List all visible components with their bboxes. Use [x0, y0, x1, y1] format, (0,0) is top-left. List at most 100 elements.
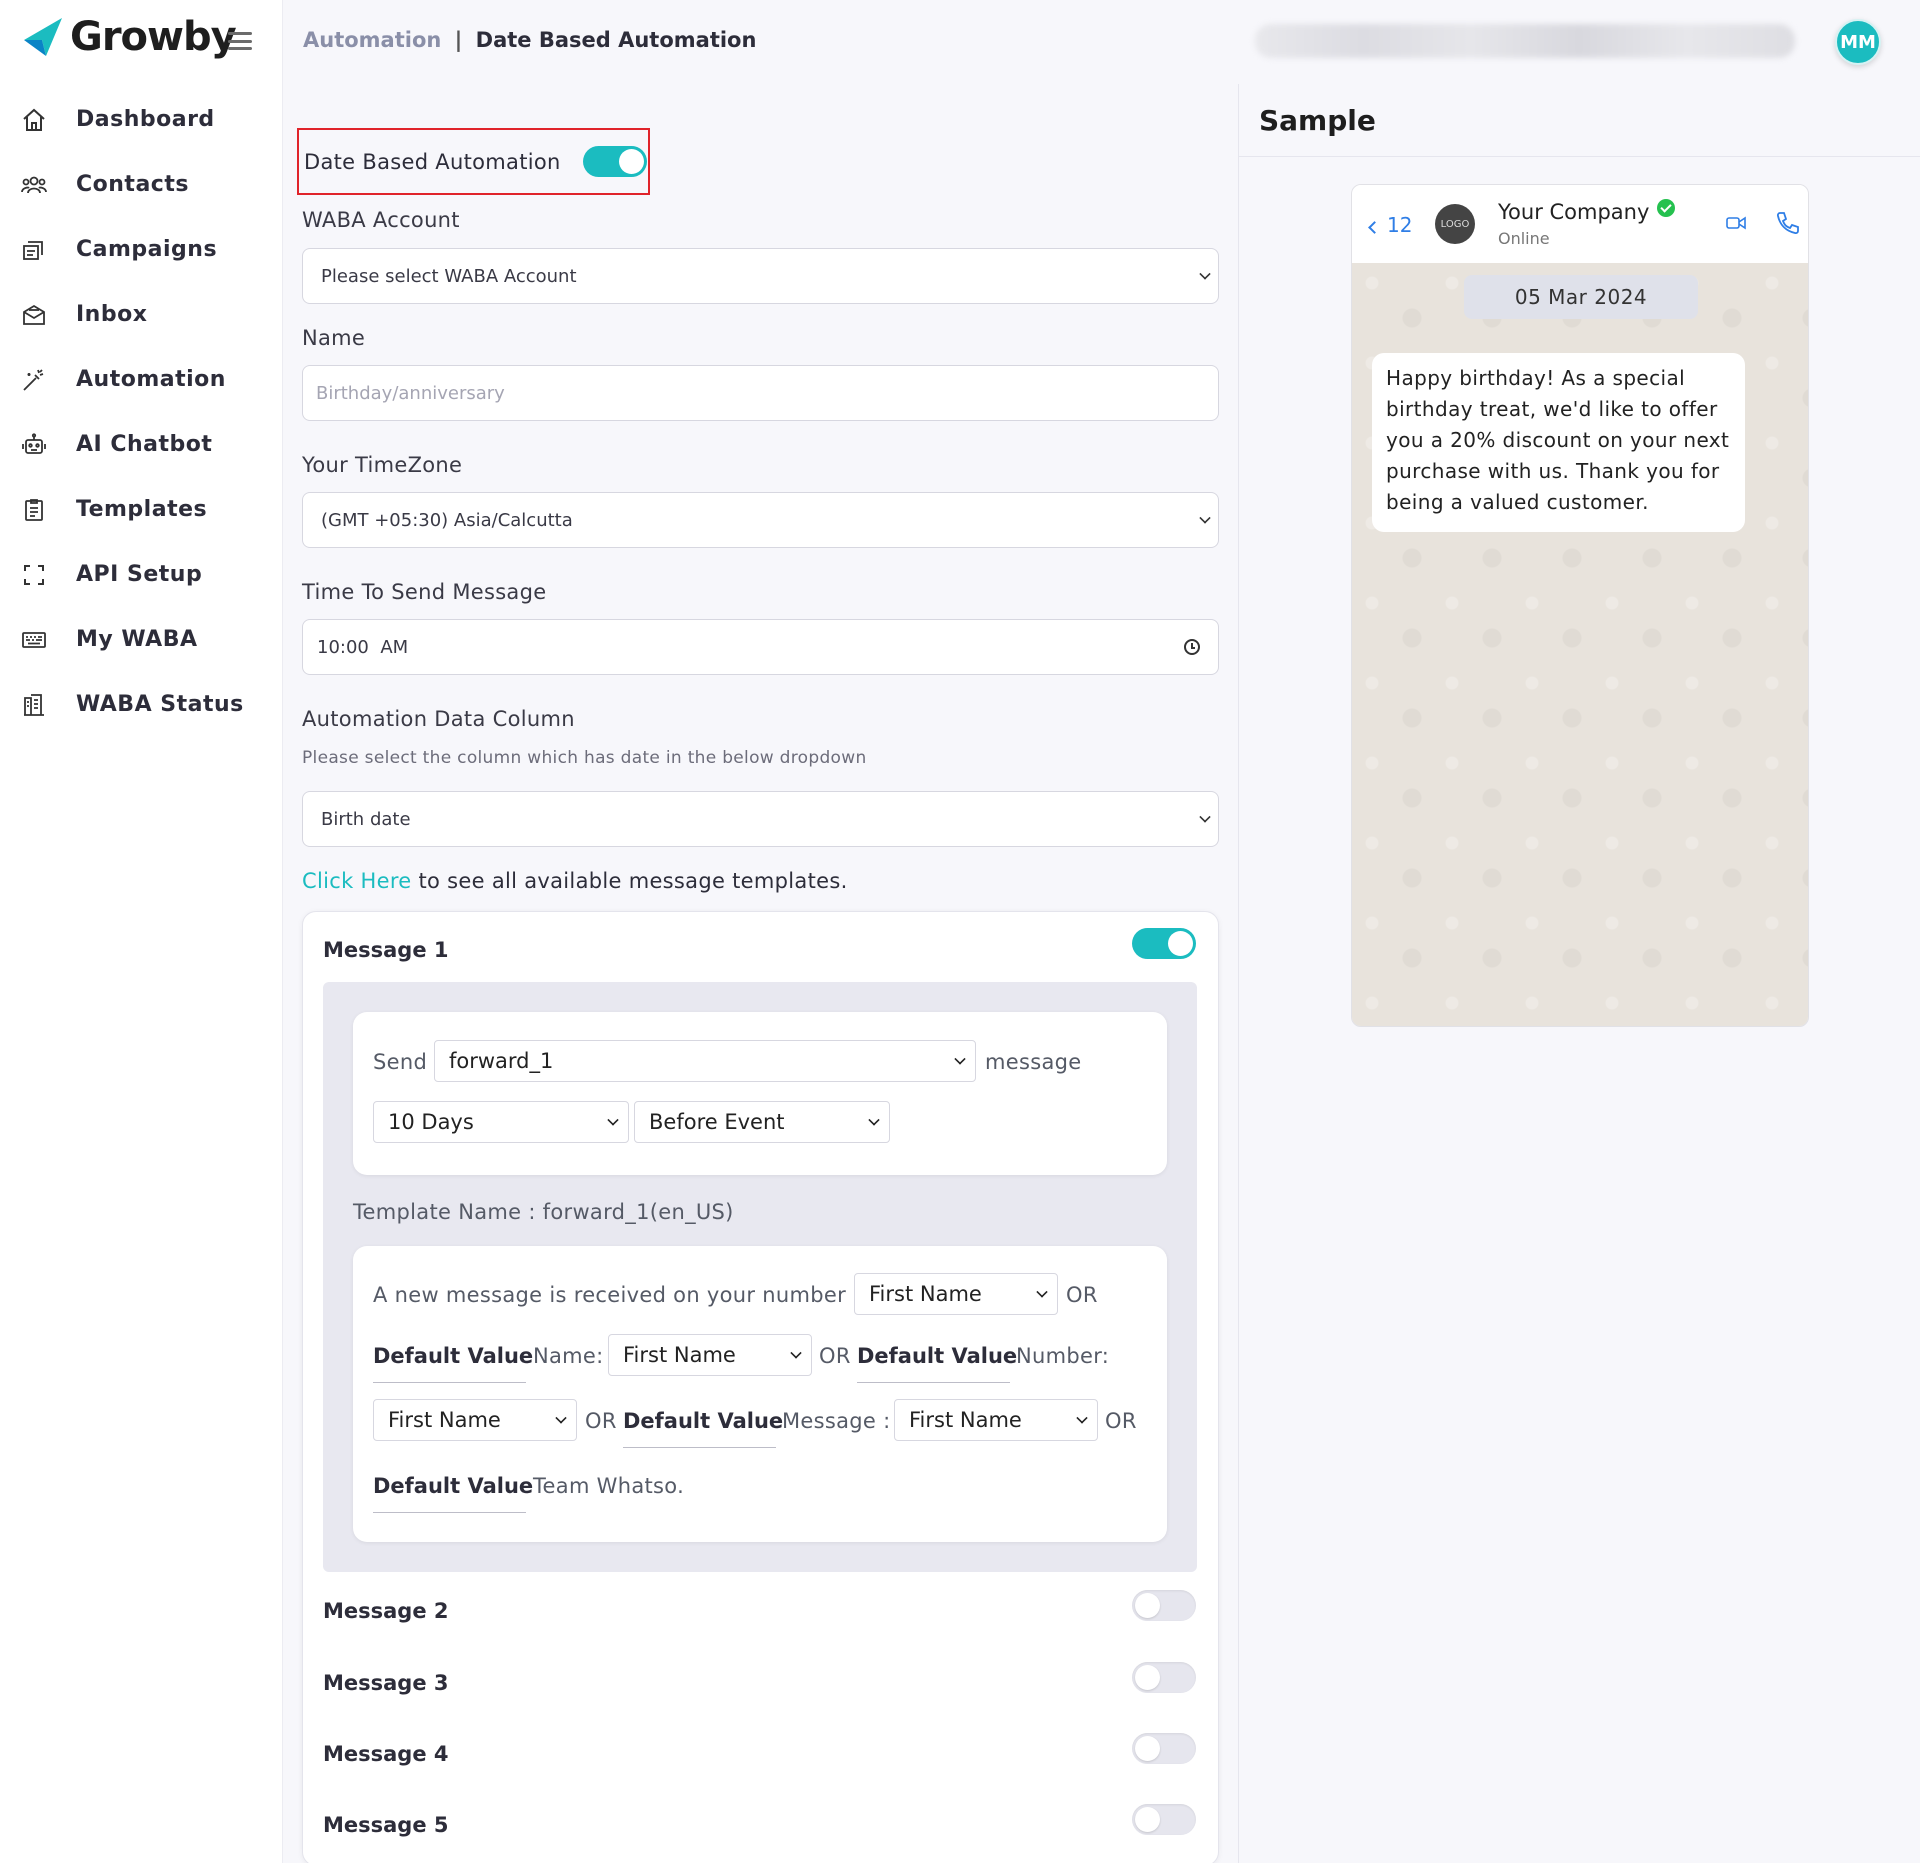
magic-wand-icon	[20, 366, 48, 394]
breadcrumb-separator: |	[454, 28, 463, 52]
message-2-toggle[interactable]	[1132, 1590, 1196, 1621]
clock-icon[interactable]	[1184, 639, 1200, 655]
sidebar-nav: Dashboard Contacts Campaigns Inbox Autom…	[0, 87, 283, 737]
sidebar-item-label: Inbox	[76, 302, 148, 327]
chevron-down-icon	[555, 1412, 567, 1424]
menu-toggle-icon[interactable]	[228, 32, 252, 50]
sidebar-item-contacts[interactable]: Contacts	[0, 152, 283, 217]
or-text: OR	[1066, 1283, 1098, 1307]
avatar[interactable]: MM	[1835, 19, 1881, 65]
sidebar-item-label: AI Chatbot	[76, 432, 213, 457]
name-colon-label: Name:	[533, 1344, 604, 1368]
waba-account-label: WABA Account	[302, 208, 460, 232]
sidebar-item-inbox[interactable]: Inbox	[0, 282, 283, 347]
days-select[interactable]: 10 Days	[373, 1101, 629, 1143]
default-value-1[interactable]: Default Value	[373, 1344, 533, 1383]
variable-1-select[interactable]: First Name	[854, 1273, 1058, 1315]
campaign-icon	[20, 236, 48, 264]
back-button[interactable]: 12	[1368, 213, 1413, 237]
messages-card: Message 1 Send forward_1 message 10 Days…	[302, 911, 1219, 1863]
name-label: Name	[302, 326, 366, 350]
company-name-row: Your Company	[1498, 199, 1676, 224]
date-pill: 05 Mar 2024	[1464, 275, 1698, 319]
template-select[interactable]: forward_1	[434, 1040, 976, 1082]
message-5-toggle[interactable]	[1132, 1804, 1196, 1835]
sidebar-item-my-waba[interactable]: My WABA	[0, 607, 283, 672]
chevron-down-icon	[868, 1114, 880, 1126]
divider	[1239, 156, 1920, 157]
variable-4-value: First Name	[909, 1408, 1022, 1432]
breadcrumb: Automation | Date Based Automation	[303, 28, 756, 52]
phone-call-icon[interactable]	[1775, 210, 1801, 236]
sidebar-item-templates[interactable]: Templates	[0, 477, 283, 542]
sidebar-item-campaigns[interactable]: Campaigns	[0, 217, 283, 282]
variable-3-select[interactable]: First Name	[373, 1399, 577, 1441]
time-input[interactable]: 10:00 AM	[302, 619, 1219, 675]
data-column-select[interactable]: Birth date	[302, 791, 1219, 847]
template-name: Template Name : forward_1(en_US)	[353, 1200, 734, 1224]
default-value-4[interactable]: Default Value	[373, 1474, 533, 1513]
chevron-down-icon	[1076, 1412, 1088, 1424]
variable-4-select[interactable]: First Name	[894, 1399, 1098, 1441]
sidebar-item-api-setup[interactable]: API Setup	[0, 542, 283, 607]
click-here-link[interactable]: Click Here	[302, 869, 412, 893]
breadcrumb-automation-link[interactable]: Automation	[303, 28, 441, 52]
phone-preview: 12 LOGO Your Company Online 05 Mar 2024 …	[1351, 184, 1809, 1027]
chevron-left-icon	[1368, 221, 1381, 234]
page-title: Date Based Automation	[475, 28, 757, 52]
message-2-title: Message 2	[323, 1599, 449, 1623]
sidebar-item-ai-chatbot[interactable]: AI Chatbot	[0, 412, 283, 477]
verified-badge-icon	[1657, 199, 1676, 217]
or-text: OR	[585, 1409, 617, 1433]
brand[interactable]: Growby	[20, 14, 237, 60]
top-bar: Automation | Date Based Automation MM	[283, 0, 1920, 84]
variable-2-select[interactable]: First Name	[608, 1334, 812, 1376]
frame-icon	[20, 561, 48, 589]
name-input[interactable]: Birthday/anniversary	[302, 365, 1219, 421]
sidebar-item-label: My WABA	[76, 627, 198, 652]
default-value-3[interactable]: Default Value	[623, 1409, 783, 1448]
waba-account-select[interactable]: Please select WABA Account	[302, 248, 1219, 304]
video-call-icon[interactable]	[1726, 215, 1746, 231]
timezone-select[interactable]: (GMT +05:30) Asia/Calcutta	[302, 492, 1219, 548]
message-1-toggle[interactable]	[1132, 928, 1196, 959]
back-count: 12	[1387, 213, 1413, 237]
or-text: OR	[1105, 1409, 1137, 1433]
message-3-toggle[interactable]	[1132, 1662, 1196, 1693]
sample-title: Sample	[1259, 104, 1376, 137]
sidebar-item-waba-status[interactable]: WABA Status	[0, 672, 283, 737]
template-select-value: forward_1	[449, 1049, 554, 1073]
sidebar-item-label: Contacts	[76, 172, 189, 197]
variable-1-value: First Name	[869, 1282, 982, 1306]
message-4-toggle[interactable]	[1132, 1733, 1196, 1764]
template-variables-card: A new message is received on your number…	[353, 1246, 1167, 1542]
sidebar-item-dashboard[interactable]: Dashboard	[0, 87, 283, 152]
chevron-down-icon	[954, 1053, 966, 1065]
chevron-down-icon	[1199, 512, 1211, 524]
message-4-title: Message 4	[323, 1742, 449, 1766]
blurred-account-info	[1255, 24, 1795, 58]
timezone-value: (GMT +05:30) Asia/Calcutta	[321, 509, 573, 531]
sidebar-item-label: Automation	[76, 367, 226, 392]
variables-intro-text: A new message is received on your number	[373, 1283, 847, 1307]
date-automation-toggle[interactable]	[582, 146, 647, 177]
message-colon-label: Message :	[782, 1409, 891, 1433]
sidebar-item-label: Dashboard	[76, 107, 215, 132]
message-5-title: Message 5	[323, 1813, 449, 1837]
chevron-down-icon	[607, 1114, 619, 1126]
templates-link-text: to see all available message templates.	[411, 869, 848, 893]
chevron-down-icon	[1199, 811, 1211, 823]
sidebar-item-label: WABA Status	[76, 692, 244, 717]
sidebar-item-automation[interactable]: Automation	[0, 347, 283, 412]
online-status: Online	[1498, 229, 1550, 248]
sidebar-item-label: Templates	[76, 497, 208, 522]
send-label: Send	[373, 1050, 428, 1074]
event-select-value: Before Event	[649, 1110, 785, 1134]
sidebar-item-label: API Setup	[76, 562, 203, 587]
timezone-label: Your TimeZone	[302, 453, 463, 477]
robot-icon	[20, 431, 48, 459]
message-1-title: Message 1	[323, 938, 449, 962]
event-select[interactable]: Before Event	[634, 1101, 890, 1143]
message-bubble: Happy birthday! As a special birthday tr…	[1372, 353, 1745, 532]
default-value-2[interactable]: Default Value	[857, 1344, 1017, 1383]
